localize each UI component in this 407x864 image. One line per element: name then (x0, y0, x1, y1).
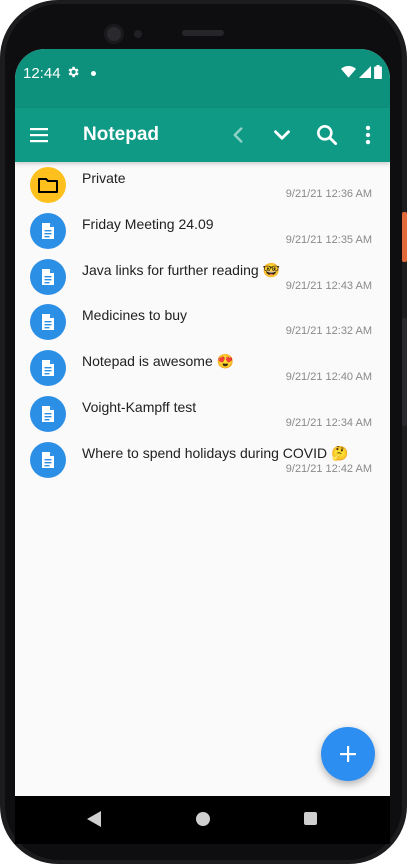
app-title: Notepad (83, 124, 159, 145)
app-bar: Notepad (15, 108, 390, 162)
power-button (402, 212, 407, 262)
note-item[interactable]: Java links for further reading 🤓 9/21/21 … (15, 254, 390, 300)
gear-icon (68, 66, 79, 78)
search-icon[interactable] (314, 122, 340, 148)
folder-icon (30, 167, 66, 203)
volume-button (402, 318, 407, 426)
item-title: Voight-Kampff test (82, 398, 197, 415)
item-date: 9/21/21 12:42 AM (285, 462, 372, 475)
recents-square-icon[interactable] (304, 812, 317, 825)
item-title: Where to spend holidays during COVID 🤔 (82, 444, 349, 461)
chevron-down-icon[interactable] (269, 122, 295, 148)
note-icon (30, 350, 66, 387)
note-item[interactable]: Medicines to buy 9/21/21 12:32 AM (15, 299, 390, 345)
dot-icon (91, 71, 96, 76)
home-circle-icon[interactable] (196, 812, 210, 826)
status-bar: 12:44 (15, 49, 390, 108)
note-icon (30, 304, 66, 341)
wifi-icon (341, 66, 356, 78)
folder-item[interactable]: Private 9/21/21 12:36 AM (15, 162, 390, 208)
camera-sensor (134, 30, 142, 38)
item-title: Medicines to buy (82, 307, 188, 324)
status-time: 12:44 (23, 65, 61, 82)
screen: 12:44 Notepad Private 9/21/21 12:36 AM F… (15, 49, 390, 844)
hamburger-menu-icon[interactable] (28, 124, 52, 146)
item-date: 9/21/21 12:32 AM (285, 325, 372, 338)
item-title: Notepad is awesome 😍 (82, 353, 235, 370)
status-icons (341, 65, 382, 79)
note-item[interactable]: Voight-Kampff test 9/21/21 12:34 AM (15, 391, 390, 437)
note-item[interactable]: Friday Meeting 24.09 9/21/21 12:35 AM (15, 208, 390, 254)
battery-icon (374, 65, 382, 79)
item-date: 9/21/21 12:43 AM (285, 279, 372, 292)
navigation-bar (15, 796, 390, 844)
item-title: Friday Meeting 24.09 (82, 215, 214, 232)
note-item[interactable]: Where to spend holidays during COVID 🤔 9/… (15, 437, 390, 483)
back-triangle-icon[interactable] (86, 810, 102, 828)
earpiece-speaker (182, 30, 224, 36)
add-note-button[interactable] (321, 727, 375, 781)
item-date: 9/21/21 12:35 AM (285, 233, 372, 246)
front-camera (104, 24, 124, 44)
chevron-left-icon[interactable] (225, 122, 251, 148)
item-date: 9/21/21 12:34 AM (285, 416, 372, 429)
item-title: Java links for further reading 🤓 (82, 261, 280, 278)
item-date: 9/21/21 12:40 AM (285, 371, 372, 384)
note-item[interactable]: Notepad is awesome 😍 9/21/21 12:40 AM (15, 345, 390, 391)
signal-icon (359, 66, 371, 78)
item-title: Private (82, 170, 126, 186)
note-icon (30, 441, 66, 478)
item-date: 9/21/21 12:36 AM (285, 188, 372, 200)
more-vert-icon[interactable] (355, 122, 381, 148)
plus-icon (340, 746, 356, 762)
note-icon (30, 395, 66, 432)
note-icon (30, 212, 66, 249)
note-icon (30, 258, 66, 295)
note-list: Private 9/21/21 12:36 AM Friday Meeting 24… (15, 162, 390, 483)
